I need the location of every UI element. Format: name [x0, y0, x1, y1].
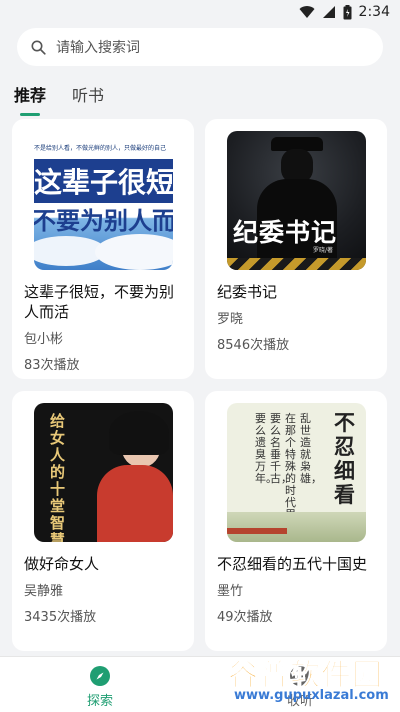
book-cover: 不是给别人看，不做光鲜的别人，只做最好的自己 这辈子很短 不要为别人而活: [34, 131, 173, 270]
cover-big-title: 不忍细看: [334, 411, 355, 507]
cover-poem-line: 在那个特殊的时代里，: [285, 412, 307, 521]
tab-active-indicator: [20, 113, 40, 116]
tab-recommend-label: 推荐: [14, 86, 47, 105]
bottom-nav: 探索 收听: [0, 656, 400, 712]
search-icon: [31, 40, 46, 55]
search-bar[interactable]: 请输入搜索词: [17, 28, 383, 66]
tab-audiobook[interactable]: 听书: [72, 82, 104, 112]
cover-portrait: [97, 465, 173, 542]
book-card[interactable]: 给女人的十堂智慧课 做好命女人 吴静雅 3435次播放: [12, 391, 194, 651]
tab-audiobook-label: 听书: [72, 86, 105, 105]
book-card[interactable]: 不忍细看 乱世造就枭雄， 在那个特殊的时代里， 要么名垂千古， 要么遗臭万年。 …: [205, 391, 387, 651]
book-cover: 纪委书记 罗晓/著: [227, 131, 366, 270]
book-author: 罗晓: [217, 312, 244, 327]
book-play-count: 3435次播放: [24, 610, 97, 625]
cover-hazard-stripe: [227, 258, 366, 270]
cover-tagline: 不是给别人看，不做光鲜的别人，只做最好的自己: [34, 145, 167, 152]
tab-bar: 推荐 听书: [0, 66, 400, 122]
cover-title: 纪委书记: [233, 218, 338, 247]
wifi-icon: [299, 6, 315, 19]
cover-line2: 不要为别人而活: [34, 207, 173, 235]
cover-poem-line: 要么遗臭万年。: [255, 412, 277, 485]
cover-figure: [281, 149, 313, 183]
book-title: 这辈子很短，不要为别人而活: [24, 283, 175, 321]
cover-cloud: [95, 234, 173, 270]
status-bar: 2:34: [0, 0, 400, 24]
battery-icon: [343, 4, 352, 19]
cover-title: 给女人的十堂智慧课: [50, 412, 66, 543]
nav-explore-label: 探索: [86, 694, 113, 709]
book-title: 不忍细看的五代十国史: [217, 555, 368, 573]
book-play-count: 8546次播放: [217, 338, 290, 353]
audio-wave-icon: [290, 666, 310, 686]
cover-stripe: [227, 528, 287, 534]
book-title: 做好命女人: [24, 555, 100, 573]
cover-byline: 罗晓/著: [313, 247, 334, 254]
cover-poem: 乱世造就枭雄， 在那个特殊的时代里， 要么名垂千古， 要么遗臭万年。: [255, 412, 322, 521]
cover-portrait: [109, 411, 169, 455]
cover-line1: 这辈子很短: [34, 159, 173, 203]
compass-icon: [90, 666, 110, 686]
nav-listen-label: 收听: [286, 694, 313, 709]
book-play-count: 49次播放: [217, 610, 273, 625]
cover-poem-line: 要么名垂千古，: [270, 412, 292, 485]
nav-listen[interactable]: 收听: [200, 657, 400, 712]
signal-icon: [322, 6, 335, 18]
book-cover: 给女人的十堂智慧课: [34, 403, 173, 542]
status-time: 2:34: [358, 4, 390, 20]
book-author: 墨竹: [217, 584, 244, 599]
book-author: 包小彬: [24, 332, 64, 347]
book-play-count: 83次播放: [24, 358, 80, 373]
book-card[interactable]: 纪委书记 罗晓/著 纪委书记 罗晓 8546次播放: [205, 119, 387, 379]
book-author: 吴静雅: [24, 584, 64, 599]
cover-poem-line: 乱世造就枭雄，: [300, 412, 322, 485]
book-title: 纪委书记: [217, 283, 278, 301]
tab-recommend[interactable]: 推荐: [14, 82, 47, 116]
search-placeholder: 请输入搜索词: [56, 40, 140, 56]
book-card[interactable]: 不是给别人看，不做光鲜的别人，只做最好的自己 这辈子很短 不要为别人而活 这辈子…: [12, 119, 194, 379]
book-cover: 不忍细看 乱世造就枭雄， 在那个特殊的时代里， 要么名垂千古， 要么遗臭万年。: [227, 403, 366, 542]
nav-explore[interactable]: 探索: [0, 657, 200, 712]
cover-landscape: [227, 512, 366, 542]
book-grid: 不是给别人看，不做光鲜的别人，只做最好的自己 这辈子很短 不要为别人而活 这辈子…: [12, 119, 388, 651]
